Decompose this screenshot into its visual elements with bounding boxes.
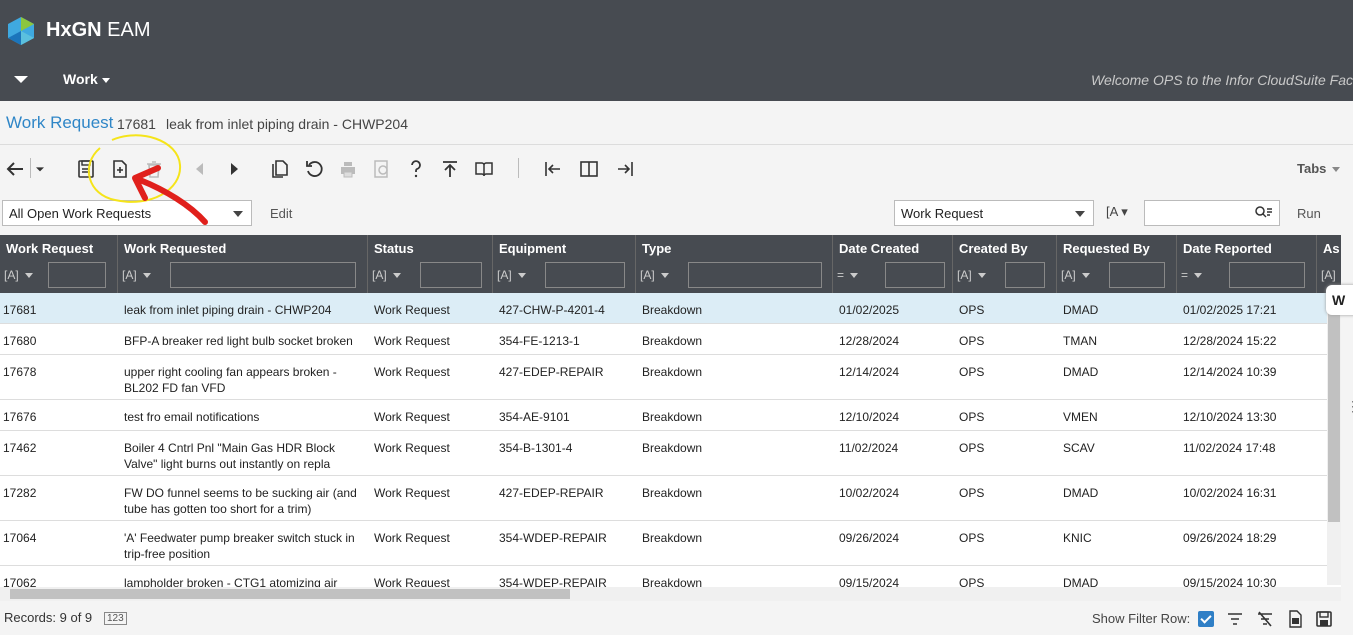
hexagon-logo-icon (8, 17, 34, 45)
previous-record-icon[interactable] (189, 158, 211, 180)
filter-icon[interactable] (1226, 610, 1244, 628)
column-header-status[interactable]: Status [A] (368, 235, 493, 293)
column-filter-input[interactable] (420, 262, 482, 288)
search-filter-icon[interactable] (1255, 206, 1273, 220)
column-header-work-requested[interactable]: Work Requested [A] (118, 235, 368, 293)
column-header-date-reported[interactable]: Date Reported = (1177, 235, 1317, 293)
table-row[interactable]: 17282 FW DO funnel seems to be sucking ai… (0, 476, 1327, 521)
column-filter-input[interactable] (170, 262, 356, 288)
column-filter-input[interactable] (1005, 262, 1045, 288)
filter-operator[interactable]: [A] (122, 268, 151, 282)
record-title-bar: Work Request 17681 leak from inlet pipin… (0, 101, 1353, 145)
filter-operator[interactable]: [A] (1061, 268, 1090, 282)
edit-dataspy-button[interactable]: Edit (270, 206, 292, 221)
help-icon[interactable] (405, 158, 427, 180)
filter-operator[interactable]: [A] (640, 268, 669, 282)
filter-operator[interactable]: [A] (957, 268, 986, 282)
column-header-date-created[interactable]: Date Created = (833, 235, 953, 293)
column-filter-input[interactable] (545, 262, 625, 288)
show-filter-row-checkbox[interactable] (1198, 611, 1214, 627)
run-button[interactable]: Run (1297, 206, 1321, 221)
work-request-grid: Work Request [A] Work Requested [A] Status… (0, 235, 1341, 587)
print-icon[interactable] (337, 158, 359, 180)
split-view-icon[interactable] (578, 158, 600, 180)
date-filter-input[interactable] (885, 262, 945, 288)
work-menu[interactable]: Work (63, 71, 110, 87)
chevron-down-icon (233, 211, 243, 217)
column-filter-input[interactable] (688, 262, 822, 288)
column-filter-input[interactable] (48, 262, 106, 288)
divider (30, 158, 31, 178)
more-options-icon[interactable]: ⋮ (1346, 398, 1353, 415)
main-menu-toggle[interactable] (14, 76, 28, 83)
expand-right-icon[interactable] (614, 158, 636, 180)
record-count-badge[interactable]: 123 (104, 612, 127, 625)
welcome-message: Welcome OPS to the Infor CloudSuite Faci… (1091, 72, 1353, 88)
column-header-created-by[interactable]: Created By [A] (953, 235, 1057, 293)
column-header-requested-by[interactable]: Requested By [A] (1057, 235, 1177, 293)
table-row[interactable]: 17680 BFP-A breaker red light bulb socket… (0, 324, 1327, 355)
top-bar: HxGN EAM Work Welcome OPS to the Infor C… (0, 0, 1353, 101)
back-arrow-icon[interactable] (4, 158, 26, 180)
table-row[interactable]: 17676 test fro email notifications Work Re… (0, 400, 1327, 431)
date-filter-input[interactable] (1229, 262, 1305, 288)
show-filter-row-label: Show Filter Row: (1092, 611, 1191, 626)
table-row[interactable]: 17462 Boiler 4 Cntrl Pnl "Main Gas HDR Bl… (0, 431, 1327, 476)
copy-record-icon[interactable] (269, 158, 291, 180)
export-icon[interactable] (1286, 610, 1304, 628)
filter-operator[interactable]: [A] (1321, 268, 1336, 282)
collapse-left-icon[interactable] (542, 158, 564, 180)
dataspy-select[interactable]: All Open Work Requests (2, 200, 252, 226)
delete-record-icon[interactable] (143, 158, 165, 180)
chevron-down-icon (1075, 211, 1085, 217)
filter-operator-select[interactable]: [A ▾ (1106, 204, 1128, 220)
vertical-scrollbar-thumb[interactable] (1328, 296, 1340, 522)
column-header-type[interactable]: Type [A] (636, 235, 833, 293)
save-record-icon[interactable] (75, 158, 97, 180)
filter-operator[interactable]: [A] (497, 268, 526, 282)
chevron-down-icon (101, 77, 110, 83)
grid-footer: Records: 9 of 9 123 Show Filter Row: (0, 604, 1353, 635)
preview-icon[interactable] (371, 158, 393, 180)
refresh-icon[interactable] (303, 158, 325, 180)
filter-operator[interactable]: [A] (372, 268, 401, 282)
column-header-equipment[interactable]: Equipment [A] (493, 235, 636, 293)
filter-operator[interactable]: [A] (4, 268, 33, 282)
record-count: Records: 9 of 9 (4, 610, 93, 625)
upload-icon[interactable] (439, 158, 461, 180)
table-row[interactable]: 17681 leak from inlet piping drain - CHWP… (0, 293, 1327, 324)
side-panel-handle[interactable]: W (1326, 285, 1353, 315)
save-layout-icon[interactable] (1315, 610, 1333, 628)
next-record-icon[interactable] (223, 158, 245, 180)
table-row[interactable]: 17062 lampholder broken - CTG1 atomizing … (0, 566, 1327, 587)
filter-field-select[interactable]: Work Request (894, 200, 1094, 226)
toolbar: Tabs (0, 146, 1353, 190)
filter-operator[interactable]: = (837, 268, 859, 282)
book-icon[interactable] (473, 158, 495, 180)
record-id: 17681 (117, 116, 156, 132)
record-description: leak from inlet piping drain - CHWP204 (166, 116, 408, 132)
column-filter-input[interactable] (1109, 262, 1165, 288)
filter-value-input[interactable] (1144, 200, 1280, 226)
page-title[interactable]: Work Request (6, 113, 113, 133)
filter-operator[interactable]: = (1181, 268, 1203, 282)
table-row[interactable]: 17064 'A' Feedwater pump breaker switch s… (0, 521, 1327, 566)
clear-filter-icon[interactable] (1256, 610, 1274, 628)
new-record-icon[interactable] (109, 158, 131, 180)
grid-header: Work Request [A] Work Requested [A] Status… (0, 235, 1341, 293)
table-row[interactable]: 17678 upper right cooling fan appears bro… (0, 355, 1327, 400)
app-brand: HxGN EAM (46, 19, 151, 41)
divider (518, 158, 519, 178)
column-header-work-request[interactable]: Work Request [A] (0, 235, 118, 293)
tabs-menu[interactable]: Tabs (1297, 161, 1341, 176)
history-dropdown-icon[interactable] (32, 158, 48, 180)
chevron-down-icon (1332, 167, 1341, 173)
horizontal-scrollbar-thumb[interactable] (10, 589, 570, 599)
